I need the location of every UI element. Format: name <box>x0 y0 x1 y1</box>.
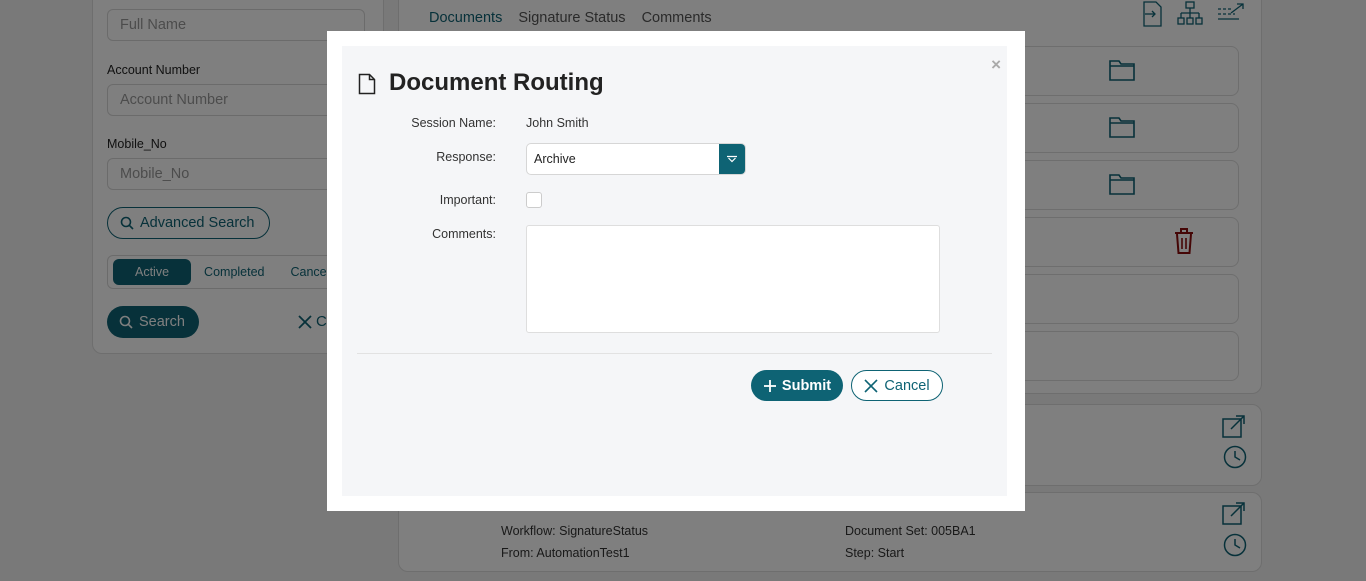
important-checkbox[interactable] <box>526 192 542 208</box>
document-icon <box>358 73 376 95</box>
submit-label: Submit <box>781 377 832 394</box>
comments-textarea[interactable] <box>526 225 940 333</box>
cancel-button[interactable]: Cancel <box>851 370 943 401</box>
response-dropdown-button[interactable] <box>719 144 745 174</box>
dialog-body: Document Routing × Session Name: John Sm… <box>342 46 1007 496</box>
divider <box>357 353 992 354</box>
response-label: Response: <box>436 150 496 164</box>
cancel-label: Cancel <box>884 377 930 394</box>
chevron-down-icon <box>727 155 737 163</box>
session-name-value: John Smith <box>526 116 589 130</box>
document-routing-dialog: Document Routing × Session Name: John Sm… <box>327 31 1025 511</box>
submit-button[interactable]: Submit <box>751 370 843 401</box>
dialog-title: Document Routing <box>389 69 604 96</box>
session-name-label: Session Name: <box>411 116 496 130</box>
response-select[interactable]: Archive <box>526 143 746 175</box>
comments-label: Comments: <box>432 227 496 241</box>
plus-icon <box>763 379 776 392</box>
response-selected-value: Archive <box>534 152 576 166</box>
important-label: Important: <box>439 193 496 207</box>
close-icon[interactable]: × <box>991 55 1001 75</box>
close-icon <box>864 378 878 393</box>
